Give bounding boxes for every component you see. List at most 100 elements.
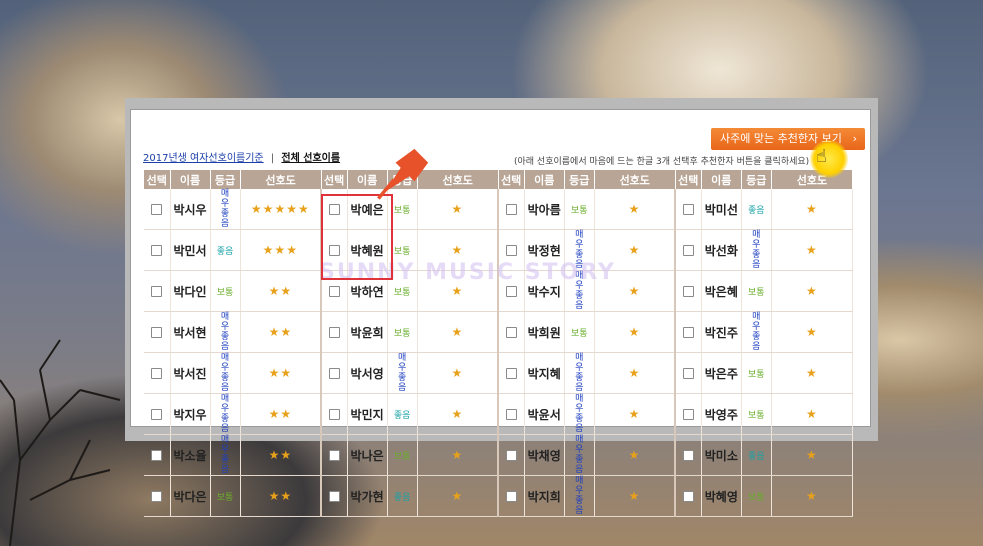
preference-cell: ★ — [594, 352, 677, 394]
grade-cell: 좋음 — [741, 189, 772, 230]
name-select-checkbox[interactable] — [683, 368, 695, 379]
grade-cell: 매우좋음 — [564, 434, 595, 476]
star-icon: ★★★★★ — [250, 202, 310, 216]
star-icon: ★★ — [268, 284, 293, 298]
name-select-checkbox[interactable] — [151, 286, 163, 297]
grade-badge: 보통 — [570, 329, 588, 339]
preference-cell: ★ — [594, 189, 677, 230]
name-select-checkbox[interactable] — [683, 491, 695, 502]
grade-cell: 좋음 — [741, 434, 772, 476]
name-select-checkbox[interactable] — [505, 286, 517, 297]
star-icon: ★ — [628, 202, 641, 216]
preference-cell: ★ — [771, 189, 854, 230]
preference-cell: ★ — [594, 434, 677, 476]
name-select-checkbox[interactable] — [328, 491, 340, 502]
star-icon: ★★ — [268, 448, 293, 462]
name-select-checkbox[interactable] — [505, 409, 517, 420]
name-select-checkbox[interactable] — [328, 368, 340, 379]
name-select-checkbox[interactable] — [683, 409, 695, 420]
grade-badge: 보통 — [748, 411, 765, 421]
name-select-checkbox[interactable] — [505, 491, 517, 502]
grade-badge: 매우좋음 — [752, 312, 761, 352]
name-text: 박진주 — [704, 325, 738, 340]
select-cell — [498, 352, 525, 394]
grade-badge: 보통 — [216, 288, 234, 298]
star-icon: ★★★ — [262, 243, 298, 257]
name-select-checkbox[interactable] — [505, 204, 517, 215]
grade-badge: 보통 — [393, 247, 411, 257]
select-cell — [675, 475, 702, 517]
name-select-checkbox[interactable] — [328, 286, 340, 297]
preference-cell: ★ — [771, 229, 854, 271]
name-select-checkbox[interactable] — [151, 245, 163, 256]
name-select-checkbox[interactable] — [683, 204, 695, 215]
name-select-checkbox[interactable] — [683, 245, 695, 256]
name-select-checkbox[interactable] — [151, 450, 163, 461]
name-select-checkbox[interactable] — [151, 204, 163, 215]
grade-badge: 보통 — [216, 493, 234, 503]
name-select-checkbox[interactable] — [151, 368, 163, 379]
preference-cell: ★ — [771, 393, 854, 435]
select-cell — [675, 352, 702, 394]
star-icon: ★ — [806, 366, 818, 380]
grade-cell: 보통 — [564, 311, 595, 353]
name-cell: 박아름 — [524, 189, 565, 230]
star-icon: ★★ — [268, 366, 293, 380]
grade-badge: 좋음 — [393, 493, 411, 503]
grade-cell: 매우좋음 — [564, 475, 595, 517]
name-text: 박다은 — [173, 489, 207, 504]
name-select-checkbox[interactable] — [328, 409, 340, 420]
star-icon: ★ — [806, 284, 818, 298]
name-cell: 박다은 — [170, 475, 211, 517]
instruction-note: (아래 선호이름에서 마음에 드는 한글 3개 선택후 추천한자 버튼을 클릭하… — [514, 157, 810, 167]
grade-cell: 보통 — [741, 393, 772, 435]
select-cell — [498, 311, 525, 353]
name-select-checkbox[interactable] — [683, 327, 695, 338]
name-text: 박지혜 — [527, 366, 561, 381]
name-select-checkbox[interactable] — [151, 327, 163, 338]
name-text: 박서영 — [350, 366, 384, 381]
grade-cell: 보통 — [210, 270, 241, 312]
link-all-names[interactable]: 전체 선호이름 — [281, 153, 340, 164]
name-select-checkbox[interactable] — [151, 409, 163, 420]
table-row: 박서현 매우좋음 ★★ 박윤희 보통 ★ 박희원 보통 ★ 박진주 매우좋음 ★ — [144, 311, 854, 353]
name-text: 박지희 — [527, 489, 561, 504]
grade-badge: 매우좋음 — [752, 230, 761, 270]
name-cell: 박은혜 — [701, 270, 742, 312]
name-select-checkbox[interactable] — [151, 491, 163, 502]
grade-cell: 좋음 — [387, 393, 418, 435]
name-select-checkbox[interactable] — [505, 245, 517, 256]
table-header-row: 선택이름등급선호도선택이름등급선호도선택이름등급선호도선택이름등급선호도 — [144, 170, 854, 189]
grade-badge: 보통 — [393, 206, 411, 216]
name-cell: 박지우 — [170, 393, 211, 435]
grade-badge: 보통 — [748, 493, 765, 503]
preference-cell: ★ — [417, 434, 500, 476]
table-row: 박다은 보통 ★★ 박가현 좋음 ★ 박지희 매우좋음 ★ 박혜영 보통 ★ — [144, 475, 854, 517]
preference-cell: ★ — [417, 311, 500, 353]
preference-cell: ★ — [771, 475, 854, 517]
grade-cell: 보통 — [210, 475, 241, 517]
star-icon: ★ — [628, 489, 641, 503]
name-select-checkbox[interactable] — [505, 327, 517, 338]
name-cell: 박희원 — [524, 311, 565, 353]
column-header: 이름 — [524, 170, 565, 189]
name-select-checkbox[interactable] — [328, 450, 340, 461]
table-row: 박서진 매우좋음 ★★ 박서영 매우좋음 ★ 박지혜 매우좋음 ★ 박은주 보통 ★ — [144, 352, 854, 394]
name-select-checkbox[interactable] — [683, 286, 695, 297]
name-text: 박영주 — [704, 407, 738, 422]
star-icon: ★ — [806, 325, 818, 339]
star-icon: ★ — [451, 243, 464, 257]
star-icon: ★ — [628, 325, 641, 339]
name-text: 박미선 — [704, 202, 738, 217]
name-text: 박아름 — [527, 202, 561, 217]
grade-cell: 보통 — [741, 475, 772, 517]
grade-badge: 좋음 — [393, 411, 411, 421]
grade-cell: 좋음 — [387, 475, 418, 517]
grade-badge: 매우좋음 — [220, 394, 230, 434]
name-select-checkbox[interactable] — [328, 327, 340, 338]
select-cell — [498, 393, 525, 435]
name-select-checkbox[interactable] — [683, 450, 695, 461]
name-select-checkbox[interactable] — [505, 368, 517, 379]
link-2017-names[interactable]: 2017년생 여자선호이름기준 — [143, 153, 264, 164]
name-select-checkbox[interactable] — [505, 450, 517, 461]
